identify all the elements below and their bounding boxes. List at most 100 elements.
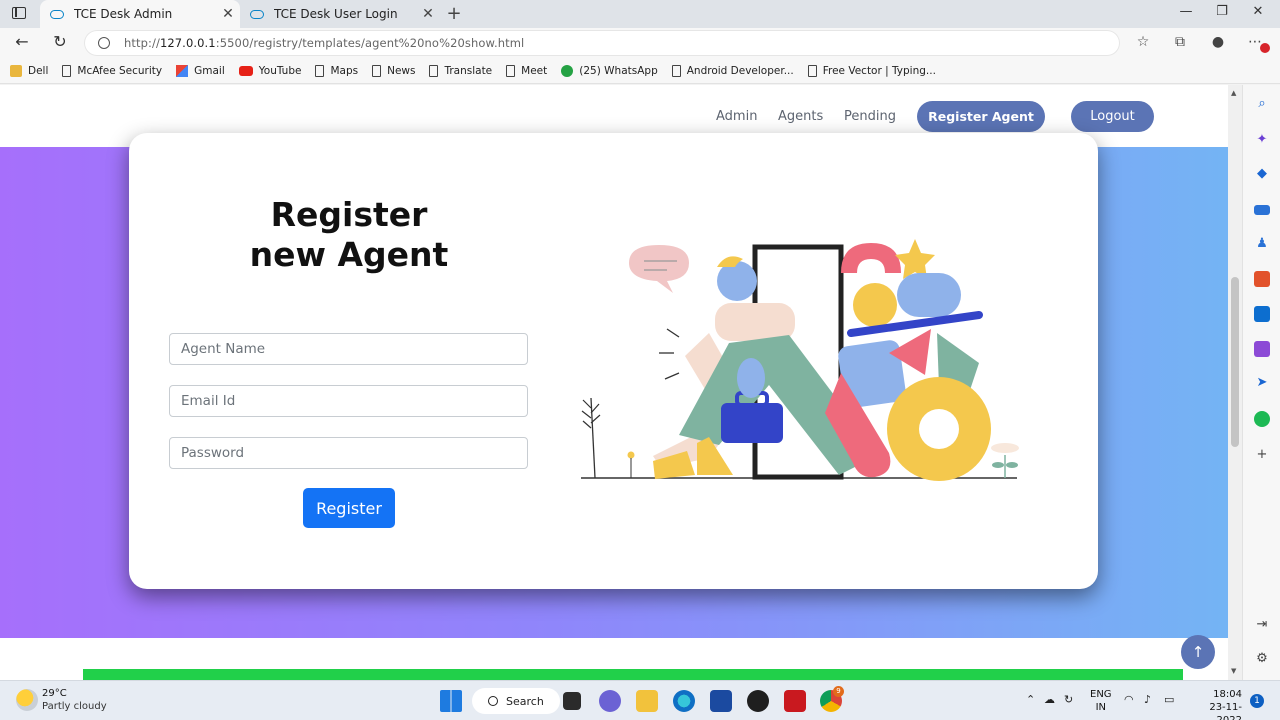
edge-browser-icon[interactable]	[673, 690, 695, 712]
bookmark-news[interactable]: News	[372, 64, 415, 77]
email-input[interactable]	[169, 385, 528, 417]
weather-temperature: 29°C	[42, 688, 67, 699]
copilot-icon[interactable]: ✦	[1254, 132, 1270, 148]
youtube-icon	[238, 65, 253, 76]
tools-icon[interactable]	[1254, 205, 1270, 215]
drop-icon[interactable]	[1254, 341, 1270, 357]
gmail-icon	[176, 64, 189, 77]
teams-chat-icon[interactable]	[599, 690, 621, 712]
bookmark-android-developer[interactable]: Android Developer...	[671, 64, 794, 77]
volume-icon[interactable]: ♪	[1144, 693, 1151, 706]
collections-icon[interactable]: ⧉	[1171, 34, 1189, 50]
globe-icon	[98, 37, 110, 49]
cloud-icon	[250, 9, 264, 19]
page-title: Register new Agent	[249, 195, 449, 274]
bookmark-free-vector[interactable]: Free Vector | Typing...	[807, 64, 936, 77]
chevron-up-icon[interactable]: ⌃	[1026, 693, 1035, 706]
tab-tce-desk-user-login[interactable]: TCE Desk User Login ✕	[240, 0, 440, 28]
profile-icon[interactable]: ●	[1209, 34, 1227, 50]
weather-icon[interactable]	[16, 689, 38, 711]
weather-description: Partly cloudy	[42, 701, 107, 712]
close-icon[interactable]: ✕	[416, 6, 440, 22]
page-scrollbar[interactable]: ▲ ▼	[1228, 85, 1242, 680]
nav-admin-link[interactable]: Admin	[716, 109, 757, 124]
windows-taskbar: 29°C Partly cloudy Search ⌃ ☁ ↻ ENG IN ◠…	[0, 680, 1280, 720]
bookmarks-bar: Dell McAfee Security Gmail YouTube Maps …	[0, 58, 1280, 84]
register-submit-button[interactable]: Register	[303, 488, 395, 528]
chrome-notification-badge: 9	[833, 686, 844, 697]
search-icon[interactable]: ⌕	[1254, 96, 1270, 112]
search-icon	[488, 696, 498, 706]
file-explorer-icon[interactable]	[636, 690, 658, 712]
url-text[interactable]: http://127.0.0.1:5500/registry/templates…	[124, 36, 524, 50]
address-bar[interactable]: http://127.0.0.1:5500/registry/templates…	[84, 30, 1120, 56]
maximize-icon[interactable]: ❐	[1212, 4, 1232, 19]
taskbar-search[interactable]: Search	[472, 688, 560, 714]
telegram-icon[interactable]: ➤	[1254, 375, 1270, 391]
dell-icon[interactable]	[747, 690, 769, 712]
cloud-icon	[50, 9, 64, 19]
scroll-to-top-button[interactable]: ↑	[1181, 635, 1215, 669]
scroll-down-icon[interactable]: ▼	[1231, 667, 1236, 675]
gear-icon[interactable]: ⚙	[1254, 651, 1270, 667]
bookmark-meet[interactable]: Meet	[506, 64, 547, 77]
close-icon[interactable]: ✕	[216, 6, 240, 22]
tab-actions-icon[interactable]	[12, 7, 26, 19]
scroll-thumb[interactable]	[1231, 277, 1239, 447]
tab-title: TCE Desk Admin	[74, 7, 173, 21]
agent-illustration	[581, 239, 1019, 481]
task-view-icon[interactable]	[563, 692, 581, 710]
back-icon[interactable]: ←	[12, 32, 32, 51]
sync-icon[interactable]: ↻	[1064, 693, 1073, 706]
bookmark-dell[interactable]: Dell	[10, 64, 48, 77]
tab-tce-desk-admin[interactable]: TCE Desk Admin ✕	[40, 0, 240, 28]
tab-strip: TCE Desk Admin ✕ TCE Desk User Login ✕ +…	[0, 0, 1280, 28]
games-icon[interactable]: ♟	[1254, 236, 1270, 252]
agent-name-input[interactable]	[169, 333, 528, 365]
spotify-icon[interactable]	[1254, 411, 1270, 427]
new-tab-icon[interactable]: +	[444, 3, 464, 24]
wifi-icon[interactable]: ◠	[1124, 693, 1134, 706]
edge-sidebar: ⌕ ✦ ◆ ♟ ➤ + ⇥ ⚙	[1242, 85, 1280, 680]
add-icon[interactable]: +	[1254, 447, 1270, 463]
refresh-icon[interactable]: ↻	[50, 32, 70, 51]
register-card: Register new Agent Register	[129, 133, 1098, 589]
bookmark-youtube[interactable]: YouTube	[238, 65, 301, 77]
logout-button[interactable]: Logout	[1071, 101, 1154, 132]
bookmark-translate[interactable]: Translate	[429, 64, 492, 77]
tab-title: TCE Desk User Login	[274, 7, 398, 21]
page-icon	[429, 64, 439, 77]
notification-badge[interactable]: 1	[1250, 694, 1264, 708]
page-icon	[315, 64, 325, 77]
bookmark-maps[interactable]: Maps	[315, 64, 358, 77]
scroll-up-icon[interactable]: ▲	[1231, 89, 1236, 97]
windows-start-icon[interactable]	[440, 690, 462, 712]
store-icon[interactable]	[710, 690, 732, 712]
outlook-icon[interactable]	[1254, 306, 1270, 322]
whatsapp-icon	[561, 64, 574, 77]
password-input[interactable]	[169, 437, 528, 469]
shopping-tag-icon[interactable]: ◆	[1254, 166, 1270, 182]
bookmark-mcafee[interactable]: McAfee Security	[62, 64, 162, 77]
register-agent-button[interactable]: Register Agent	[917, 101, 1045, 132]
footer-bar	[83, 669, 1183, 680]
sidebar-collapse-icon[interactable]: ⇥	[1254, 617, 1270, 633]
minimize-icon[interactable]: —	[1176, 4, 1196, 19]
page-viewport: Admin Agents Pending Register Agent Logo…	[0, 85, 1228, 680]
bookmark-gmail[interactable]: Gmail	[176, 64, 225, 77]
mcafee-icon[interactable]	[784, 690, 806, 712]
office-icon[interactable]	[1254, 271, 1270, 287]
alert-badge	[1260, 43, 1270, 53]
bookmark-whatsapp[interactable]: (25) WhatsApp	[561, 64, 658, 77]
onedrive-icon[interactable]: ☁	[1044, 693, 1055, 706]
favorites-star-icon[interactable]: ☆	[1134, 34, 1152, 50]
page-icon	[62, 64, 72, 77]
page-icon	[671, 64, 681, 77]
battery-icon[interactable]: ▭	[1164, 693, 1174, 706]
nav-agents-link[interactable]: Agents	[778, 109, 823, 124]
nav-pending-link[interactable]: Pending	[844, 109, 896, 124]
system-clock[interactable]: 18:04 23-11-2022	[1190, 688, 1242, 720]
folder-icon	[10, 64, 22, 77]
window-close-icon[interactable]: ✕	[1248, 4, 1268, 19]
language-indicator[interactable]: ENG IN	[1090, 688, 1112, 714]
